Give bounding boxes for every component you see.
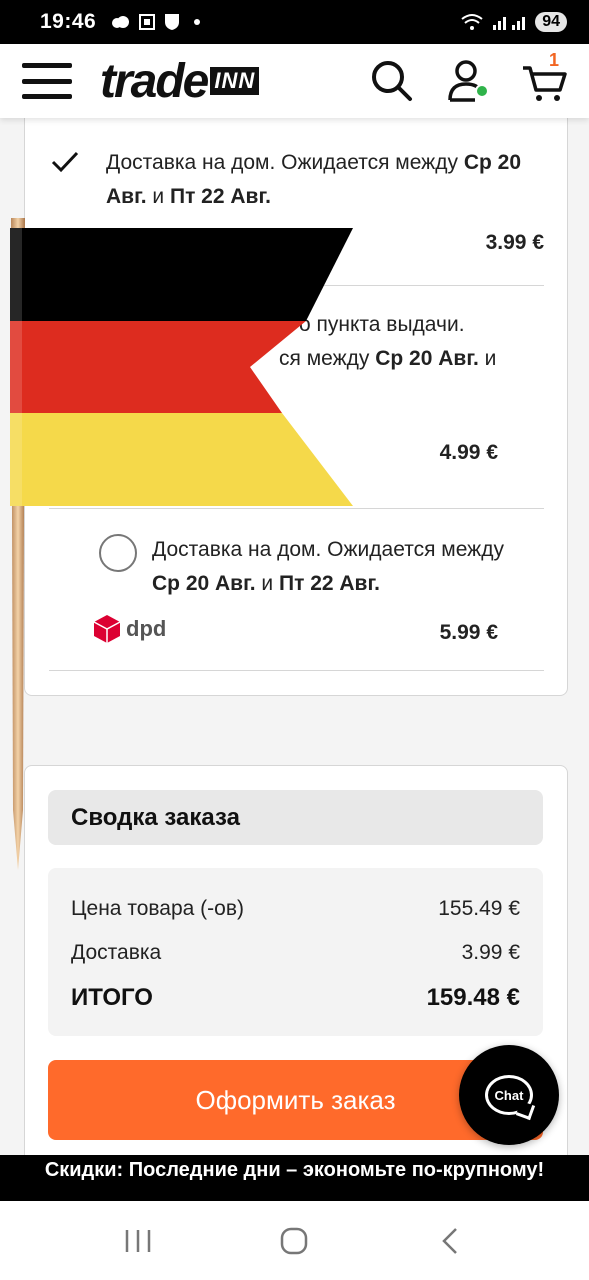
site-header: trade INN 1	[0, 44, 589, 118]
logo-text-main: trade	[100, 54, 209, 108]
battery-indicator: 94	[535, 12, 567, 32]
chat-button[interactable]: Chat	[459, 1045, 559, 1145]
hamburger-menu-icon[interactable]	[22, 63, 72, 99]
total-label: ИТОГО	[71, 984, 153, 1011]
checkmark-icon	[51, 151, 79, 173]
header-actions: 1	[369, 50, 567, 104]
shipping-option-dpd[interactable]: Доставка на дом. Ожидается между Ср 20 А…	[49, 509, 544, 671]
weather-icon	[112, 16, 130, 28]
shipping-price: 4.99 €	[439, 441, 498, 464]
shipping-option-description: Доставка на дом. Ожидается между Ср 20 А…	[106, 151, 521, 208]
shipping-option-description: Доставка на дом. Ожидается между Ср 20 А…	[152, 538, 504, 595]
cart-count-badge: 1	[548, 50, 559, 70]
status-bar: 19:46 94	[0, 0, 589, 44]
shield-icon	[165, 14, 180, 30]
shipping-option-description: о пункта выдачи.	[299, 313, 465, 336]
home-icon[interactable]	[274, 1221, 314, 1261]
chat-label: Chat	[494, 1087, 524, 1103]
status-time: 19:46	[40, 10, 97, 33]
shipping-option-dates: ся между Ср 20 Авг. и	[279, 347, 497, 370]
wifi-icon	[461, 14, 483, 30]
online-status-dot	[475, 84, 489, 98]
shipping-option-home-1[interactable]: Доставка на дом. Ожидается между Ср 20 А…	[49, 101, 544, 286]
total-row: ИТОГО 159.48 €	[71, 984, 520, 1012]
shipping-price: 5.99 €	[439, 621, 498, 644]
order-summary-title: Сводка заказа	[48, 790, 543, 845]
item-price-value: 155.49 €	[438, 897, 520, 920]
logo-text-sub: INN	[210, 67, 260, 95]
item-price-label: Цена товара (-ов)	[71, 897, 244, 920]
notification-dot	[194, 19, 201, 25]
order-summary-box: Цена товара (-ов) 155.49 € Доставка 3.99…	[48, 868, 543, 1036]
total-value: 159.48 €	[426, 984, 520, 1011]
tradeinn-logo[interactable]: trade INN	[100, 54, 260, 109]
shipping-radio[interactable]	[99, 534, 137, 572]
item-price-row: Цена товара (-ов) 155.49 €	[71, 897, 520, 921]
promo-banner[interactable]: Скидки: Последние дни – экономьте по-кру…	[0, 1155, 589, 1201]
shipping-options-card: Доставка на дом. Ожидается между Ср 20 А…	[24, 100, 568, 696]
back-icon[interactable]	[431, 1221, 471, 1261]
screenshot-icon	[139, 14, 156, 30]
recent-apps-icon[interactable]	[118, 1221, 158, 1261]
carrier-name: dpd	[126, 616, 167, 641]
search-icon[interactable]	[369, 58, 415, 104]
user-account-icon[interactable]	[445, 58, 491, 104]
shipping-option-pickup[interactable]: о пункта выдачи. ся между Ср 20 Авг. и 4…	[49, 286, 544, 509]
promo-text: Скидки: Последние дни – экономьте по-кру…	[44, 1159, 545, 1181]
cart-icon[interactable]: 1	[521, 50, 567, 104]
shipping-label: Доставка	[71, 941, 162, 964]
shipping-row: Доставка 3.99 €	[71, 941, 520, 965]
status-notification-icons	[110, 13, 201, 31]
system-navigation-bar	[0, 1201, 589, 1280]
signal-icon	[493, 17, 526, 30]
chat-bubble-icon: Chat	[485, 1075, 533, 1115]
shipping-price: 3.99 €	[485, 231, 544, 254]
dpd-logo: dpd	[93, 614, 166, 644]
status-right: 94	[461, 12, 567, 32]
dpd-cube-icon	[93, 615, 121, 643]
shipping-value: 3.99 €	[461, 941, 520, 964]
